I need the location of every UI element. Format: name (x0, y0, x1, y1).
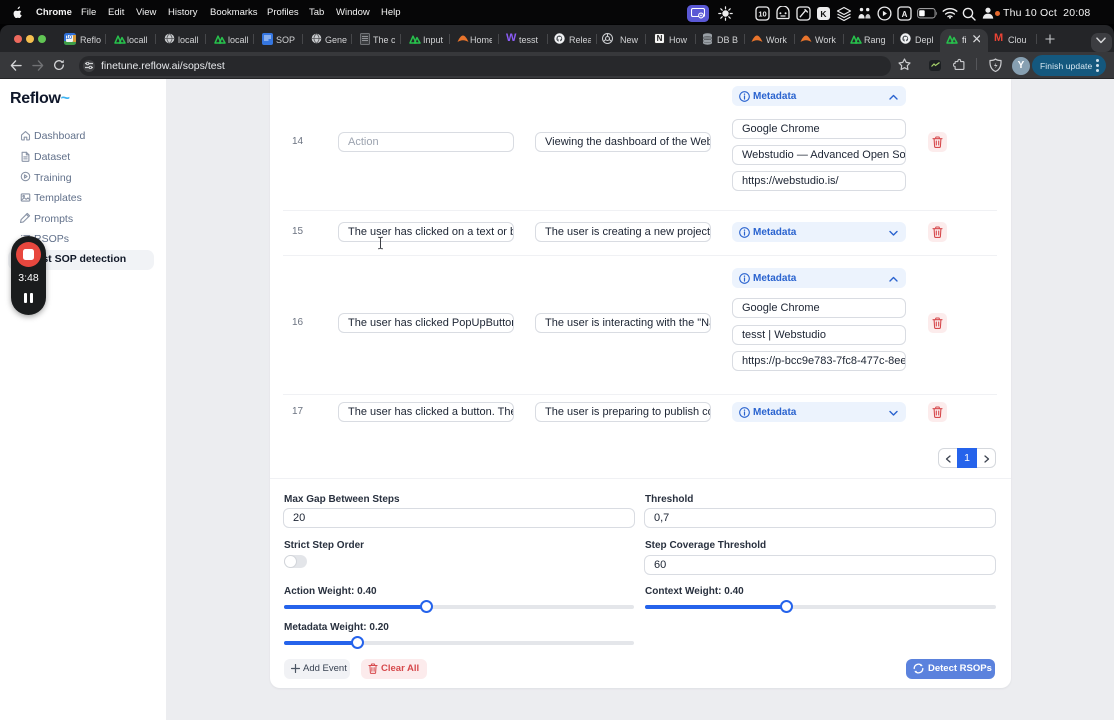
svg-text:10: 10 (758, 10, 766, 19)
svg-text:A: A (902, 10, 908, 19)
svg-text:K: K (820, 9, 827, 19)
